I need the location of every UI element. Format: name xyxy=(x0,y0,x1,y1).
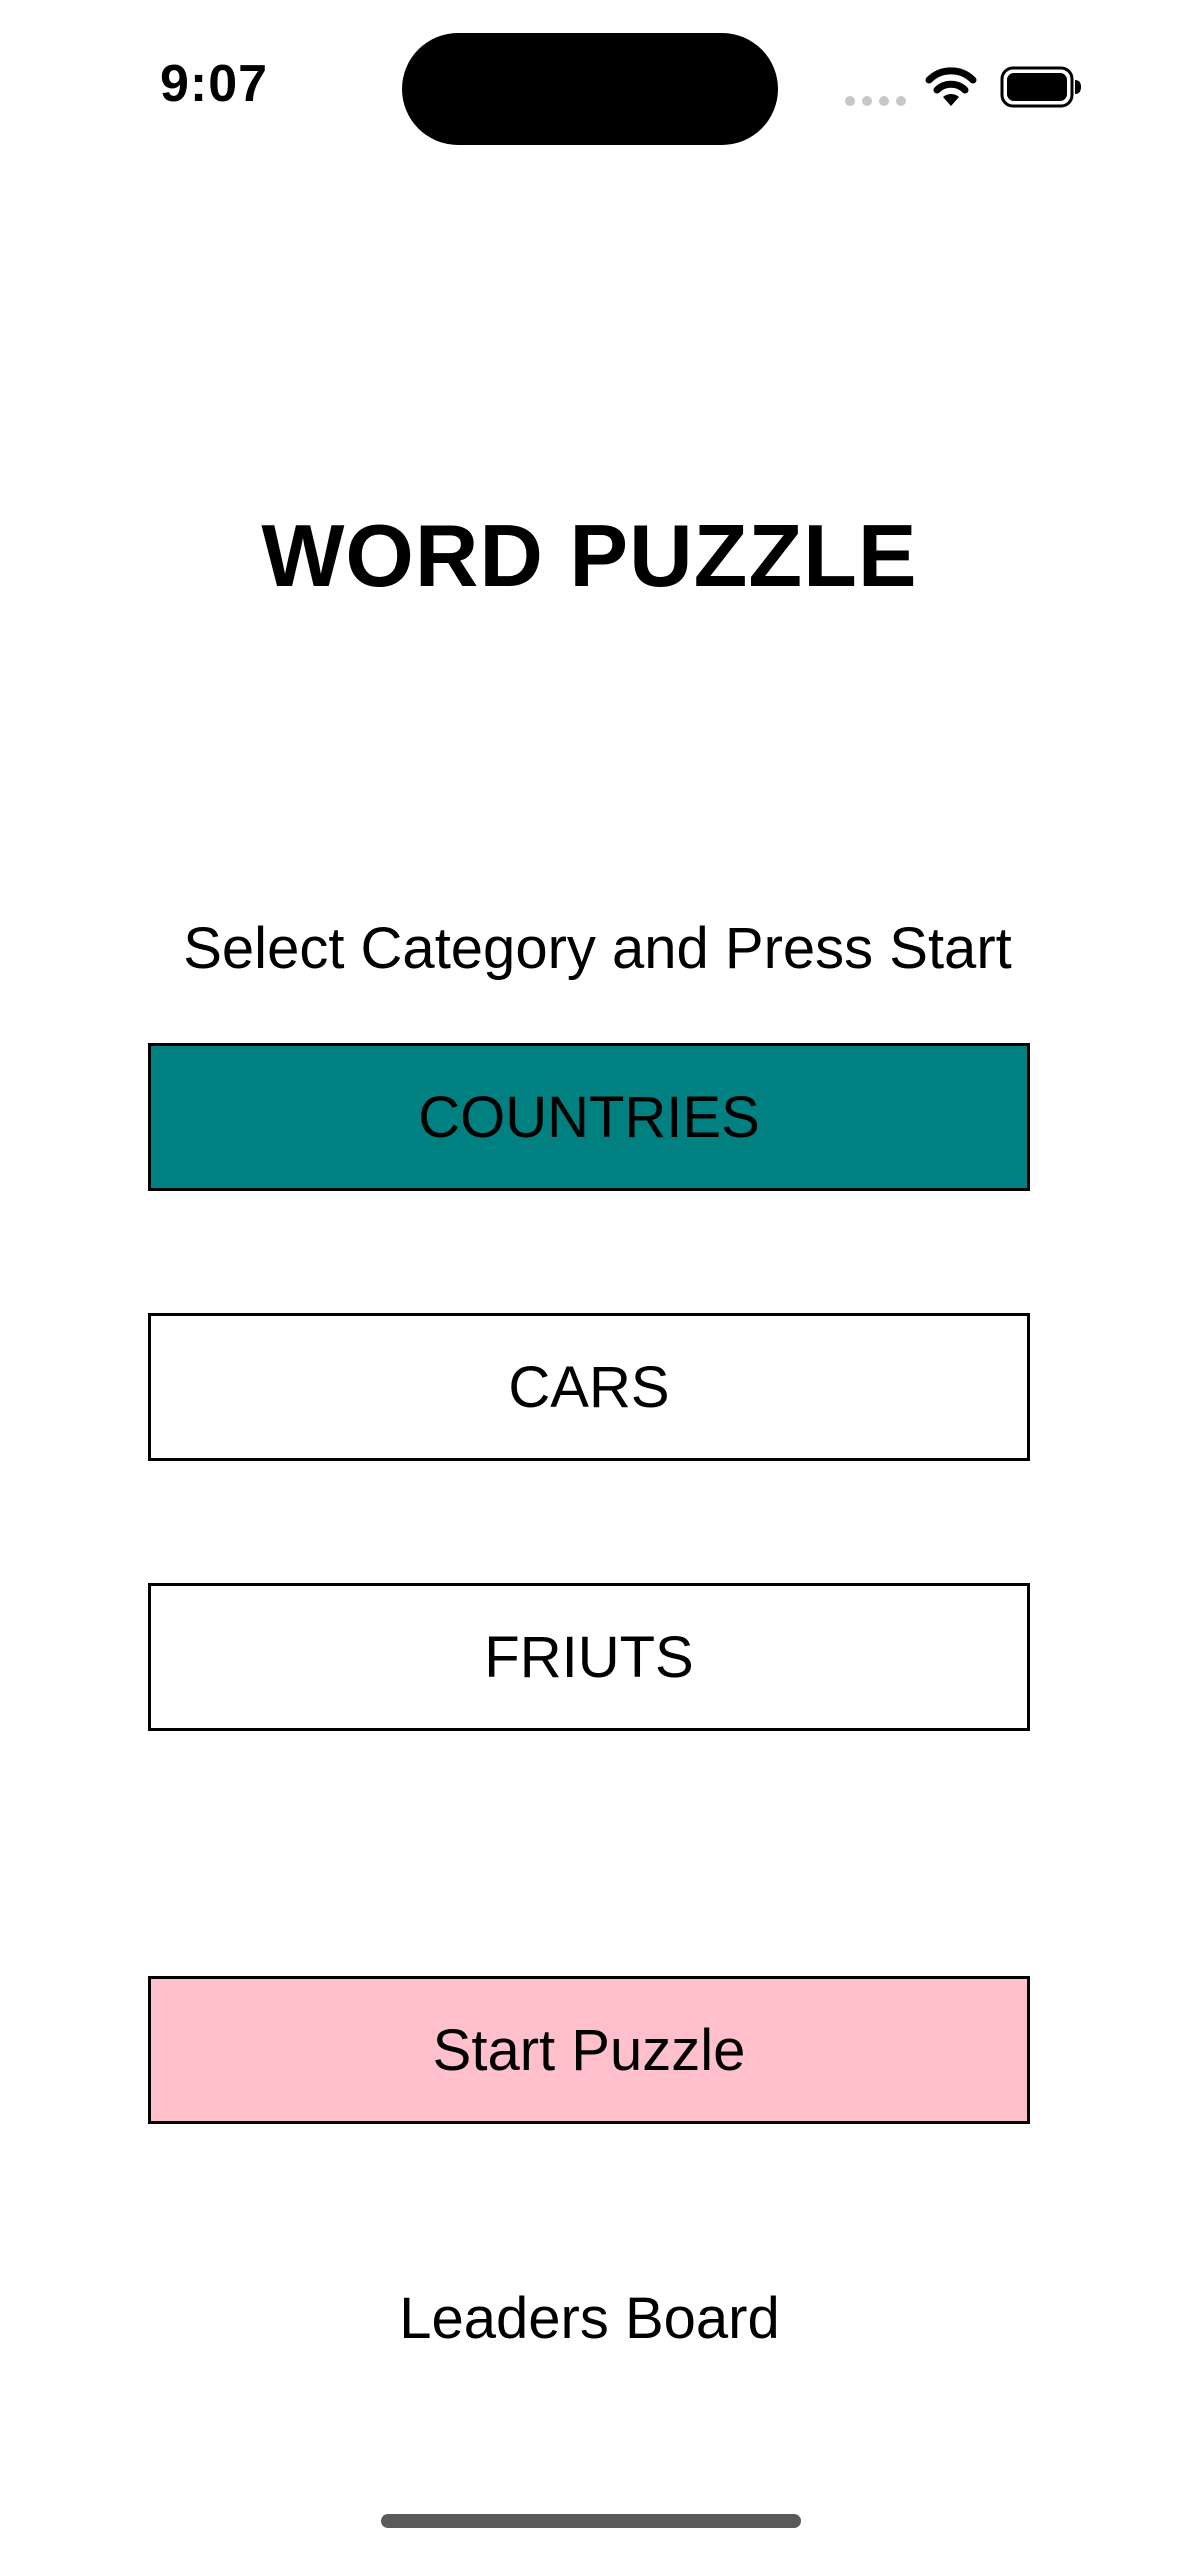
status-bar: 9:07 xyxy=(0,0,1179,180)
leaders-board-link[interactable]: Leaders Board xyxy=(0,2285,1179,2352)
page-title: WORD PUZZLE xyxy=(261,506,918,605)
dynamic-island xyxy=(402,33,778,145)
category-button-label: FRIUTS xyxy=(484,1624,694,1690)
category-button-countries[interactable]: COUNTRIES xyxy=(148,1043,1030,1191)
category-button-cars[interactable]: CARS xyxy=(148,1313,1030,1461)
cellular-signal-icon xyxy=(845,96,906,106)
wifi-icon xyxy=(925,67,977,106)
start-puzzle-label: Start Puzzle xyxy=(432,2017,746,2083)
status-time: 9:07 xyxy=(160,55,269,113)
instruction-text: Select Category and Press Start xyxy=(183,916,1012,981)
category-button-label: CARS xyxy=(508,1354,670,1420)
battery-icon xyxy=(1000,66,1081,108)
start-puzzle-button[interactable]: Start Puzzle xyxy=(148,1976,1030,2124)
home-indicator[interactable] xyxy=(381,2514,801,2528)
category-button-label: COUNTRIES xyxy=(418,1084,760,1150)
category-button-fruits[interactable]: FRIUTS xyxy=(148,1583,1030,1731)
